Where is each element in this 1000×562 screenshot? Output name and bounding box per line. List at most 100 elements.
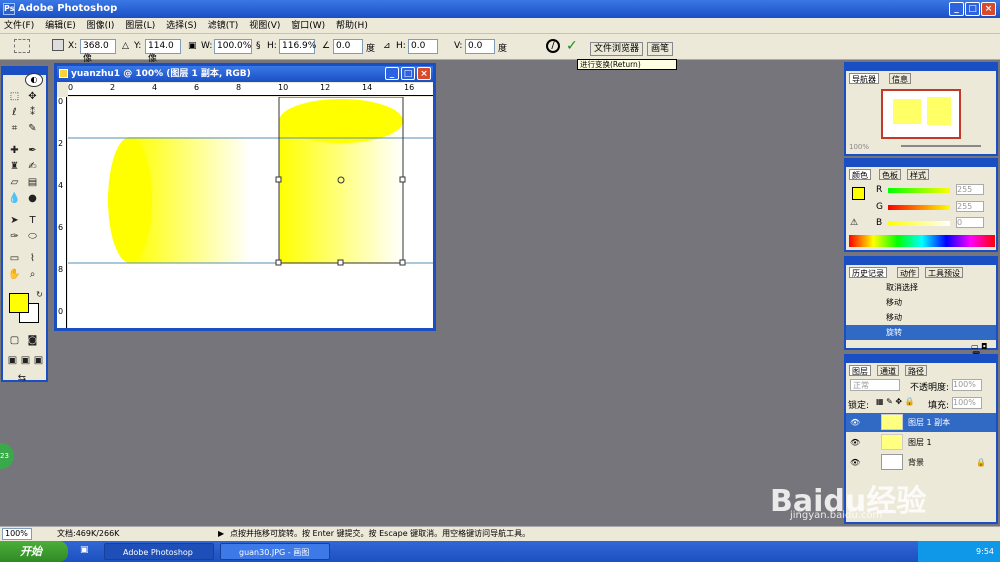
tab-tool-presets[interactable]: 工具预设 bbox=[925, 267, 963, 278]
navigator-thumbnail[interactable] bbox=[881, 89, 961, 139]
tab-swatches[interactable]: 色板 bbox=[879, 169, 901, 180]
reference-point-icon[interactable] bbox=[52, 39, 64, 51]
layer-row-selected[interactable]: 👁 图层 1 副本 bbox=[846, 413, 996, 432]
eye-icon[interactable]: 👁 bbox=[850, 435, 860, 450]
foreground-color-swatch[interactable] bbox=[9, 293, 29, 313]
menu-image[interactable]: 图像(I) bbox=[83, 18, 119, 34]
shape-icon[interactable]: ⬭ bbox=[25, 229, 40, 244]
menu-window[interactable]: 窗口(W) bbox=[287, 18, 329, 34]
gamut-warning-icon[interactable]: ⚠ bbox=[850, 218, 858, 228]
file-browser-well[interactable]: 文件浏览器 bbox=[590, 42, 644, 56]
blend-mode-select[interactable]: 正常 bbox=[850, 379, 900, 391]
hand-icon[interactable]: ✋ bbox=[7, 267, 22, 282]
menu-filter[interactable]: 滤镜(T) bbox=[204, 18, 243, 34]
status-zoom[interactable]: 100% bbox=[2, 528, 32, 540]
history-brush-icon[interactable]: ✍ bbox=[25, 159, 40, 174]
tab-styles[interactable]: 样式 bbox=[907, 169, 929, 180]
g-field[interactable]: 255 bbox=[956, 201, 984, 212]
zoom-icon[interactable]: ⌕ bbox=[25, 267, 40, 282]
doc-minimize-button[interactable]: _ bbox=[385, 67, 399, 80]
status-doc-size[interactable]: 文档:469K/266K bbox=[57, 527, 119, 541]
quick-mask-icon[interactable]: ◙ bbox=[25, 333, 40, 348]
move-icon[interactable]: ✥ bbox=[25, 89, 40, 104]
gradient-icon[interactable]: ▤ bbox=[25, 175, 40, 190]
tab-paths[interactable]: 路径 bbox=[905, 365, 927, 376]
history-item[interactable]: 移动 bbox=[846, 310, 996, 325]
x-field[interactable]: 368.0 像 bbox=[80, 39, 116, 64]
tab-actions[interactable]: 动作 bbox=[897, 267, 919, 278]
link-icon[interactable]: § bbox=[256, 41, 261, 51]
history-item[interactable]: 移动 bbox=[846, 295, 996, 310]
slice-icon[interactable]: ✎ bbox=[25, 121, 40, 136]
r-field[interactable]: 255 bbox=[956, 184, 984, 195]
cancel-transform-icon[interactable]: / bbox=[546, 39, 560, 53]
lock-icons[interactable]: ▦ ✎ ✥ 🔒 bbox=[876, 397, 915, 406]
w-field[interactable]: 100.0% bbox=[214, 39, 252, 54]
b-field[interactable]: 0 bbox=[956, 217, 984, 228]
type-icon[interactable]: T bbox=[25, 213, 40, 228]
notes-icon[interactable]: ▭ bbox=[7, 251, 22, 266]
maximize-button[interactable]: □ bbox=[965, 2, 980, 16]
tab-layers[interactable]: 图层 bbox=[849, 365, 871, 376]
layer-row[interactable]: 👁 背景 🔒 bbox=[846, 453, 996, 472]
path-selection-icon[interactable]: ➤ bbox=[7, 213, 22, 228]
menu-edit[interactable]: 编辑(E) bbox=[41, 18, 80, 34]
doc-maximize-button[interactable]: □ bbox=[401, 67, 415, 80]
taskbar-item-photoshop[interactable]: Adobe Photoshop bbox=[104, 543, 214, 560]
status-arrow-icon[interactable]: ▶ bbox=[218, 527, 224, 541]
tab-navigator[interactable]: 导航器 bbox=[849, 73, 879, 84]
doc-close-button[interactable]: × bbox=[417, 67, 431, 80]
standard-mode-icon[interactable]: ▢ bbox=[7, 333, 22, 348]
start-button[interactable]: 开始 bbox=[0, 541, 68, 562]
lasso-icon[interactable]: ℓ bbox=[7, 105, 22, 120]
tool-preset-icon[interactable] bbox=[14, 39, 30, 53]
close-button[interactable]: × bbox=[981, 2, 996, 16]
taskbar-item-paint[interactable]: guan30.JPG - 画图 bbox=[220, 543, 330, 560]
y-field[interactable]: 114.0 像 bbox=[145, 39, 181, 64]
fill-field[interactable]: 100% bbox=[952, 397, 982, 409]
g-slider[interactable] bbox=[888, 205, 950, 210]
quicklaunch-icon[interactable]: ▣ bbox=[80, 545, 89, 555]
brushes-well[interactable]: 画笔 bbox=[647, 42, 674, 56]
swap-colors-icon[interactable]: ↻ bbox=[32, 287, 47, 302]
marquee-icon[interactable]: ⬚ bbox=[7, 89, 22, 104]
crop-icon[interactable]: ⌗ bbox=[7, 121, 22, 136]
screen-mode-full-icon[interactable]: ▣ bbox=[31, 353, 46, 368]
hskew-field[interactable]: 0.0 bbox=[408, 39, 438, 54]
eye-logo-icon[interactable]: ◐ bbox=[25, 73, 43, 87]
jump-to-imageready-icon[interactable]: ⇆ bbox=[7, 371, 37, 386]
history-item[interactable]: 取消选择 bbox=[846, 280, 996, 295]
navigator-zoom-slider[interactable] bbox=[901, 145, 981, 147]
menu-select[interactable]: 选择(S) bbox=[162, 18, 201, 34]
tab-channels[interactable]: 通道 bbox=[877, 365, 899, 376]
eye-icon[interactable]: 👁 bbox=[850, 415, 860, 430]
healing-brush-icon[interactable]: ✚ bbox=[7, 143, 22, 158]
h-field[interactable]: 116.9% bbox=[279, 39, 316, 54]
menu-layer[interactable]: 图层(L) bbox=[121, 18, 159, 34]
menu-file[interactable]: 文件(F) bbox=[0, 18, 38, 34]
minimize-button[interactable]: _ bbox=[949, 2, 964, 16]
menu-help[interactable]: 帮助(H) bbox=[332, 18, 372, 34]
angle-field[interactable]: 0.0 bbox=[333, 39, 363, 54]
opacity-field[interactable]: 100% bbox=[952, 379, 982, 391]
blur-icon[interactable]: 💧 bbox=[7, 191, 22, 206]
tab-info[interactable]: 信息 bbox=[889, 73, 911, 84]
color-fg-swatch[interactable] bbox=[852, 187, 865, 200]
layer-row[interactable]: 👁 图层 1 bbox=[846, 433, 996, 452]
navigator-zoom[interactable]: 100% bbox=[849, 143, 869, 151]
eye-icon[interactable]: 👁 bbox=[850, 455, 860, 470]
tab-history[interactable]: 历史记录 bbox=[849, 267, 887, 278]
dodge-icon[interactable]: ● bbox=[25, 191, 40, 206]
menu-view[interactable]: 视图(V) bbox=[245, 18, 284, 34]
pen-icon[interactable]: ✑ bbox=[7, 229, 22, 244]
eraser-icon[interactable]: ▱ bbox=[7, 175, 22, 190]
vskew-field[interactable]: 0.0 bbox=[465, 39, 495, 54]
color-ramp[interactable] bbox=[849, 235, 995, 247]
brush-icon[interactable]: ✒ bbox=[25, 143, 40, 158]
clone-stamp-icon[interactable]: ♜ bbox=[7, 159, 22, 174]
eyedropper-icon[interactable]: ⌇ bbox=[25, 251, 40, 266]
tab-color[interactable]: 颜色 bbox=[849, 169, 871, 180]
history-item-selected[interactable]: 旋转 bbox=[846, 325, 996, 340]
r-slider[interactable] bbox=[888, 188, 950, 193]
commit-transform-icon[interactable]: ✓ bbox=[566, 38, 581, 54]
